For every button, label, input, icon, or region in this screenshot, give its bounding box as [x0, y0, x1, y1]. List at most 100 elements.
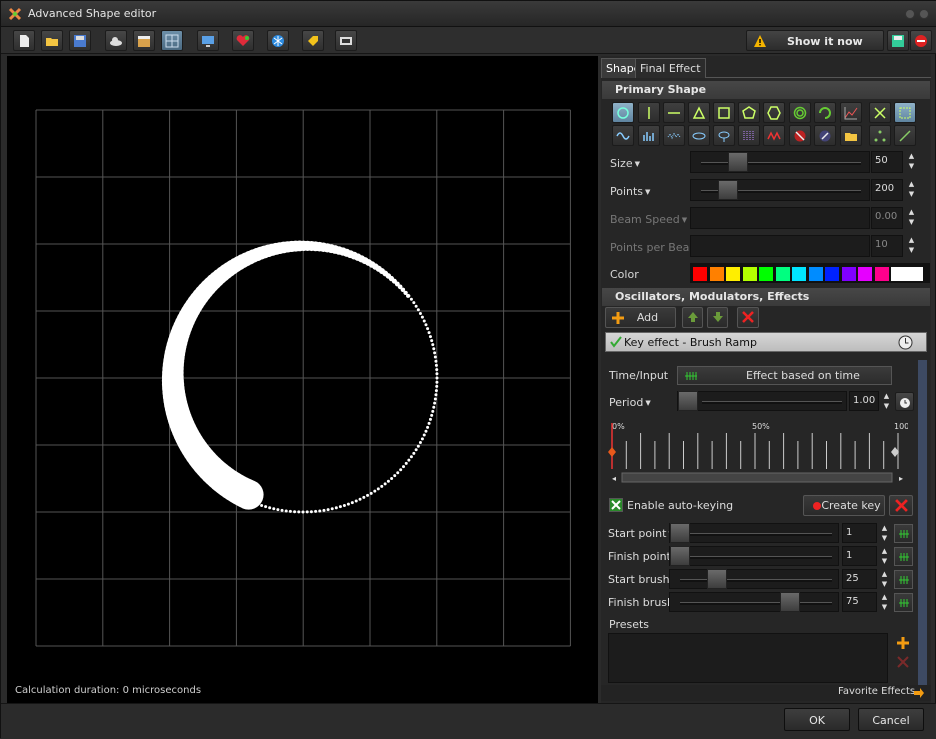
shape-button-spiral[interactable]: [789, 102, 811, 123]
remove-preset-icon[interactable]: [897, 656, 909, 668]
key-param-spinner[interactable]: ▲ ▼: [878, 523, 891, 545]
key-param-spinner[interactable]: ▲ ▼: [878, 569, 891, 591]
param-slider-thumb[interactable]: [727, 152, 748, 172]
key-param-label-start-point[interactable]: Start point▼: [608, 527, 674, 540]
param-label-points[interactable]: Points ▼: [610, 185, 650, 198]
shape-button-triangle[interactable]: [688, 102, 710, 123]
scroll-right-arrow[interactable]: ▸: [899, 474, 903, 483]
shape-preview-canvas[interactable]: [7, 56, 598, 703]
param-label-size[interactable]: Size ▼: [610, 157, 640, 170]
key-param-source-button[interactable]: [894, 593, 913, 612]
shape-button-folder[interactable]: [840, 125, 862, 146]
key-param-value-start-point[interactable]: 1: [842, 523, 877, 543]
period-label[interactable]: Period ▼: [609, 396, 651, 409]
color-swatch[interactable]: [891, 267, 923, 281]
move-down-button[interactable]: [707, 307, 728, 328]
shape-button-balloon[interactable]: [713, 125, 735, 146]
shape-button-graph[interactable]: [840, 102, 862, 123]
effect-list-item[interactable]: Key effect - Brush Ramp: [605, 332, 927, 352]
cancel-button[interactable]: Cancel: [858, 708, 924, 731]
key-param-slider-thumb[interactable]: [670, 523, 690, 543]
period-value[interactable]: 1.00: [849, 391, 879, 411]
color-swatch[interactable]: [775, 267, 790, 281]
param-spinner[interactable]: ▲ ▼: [905, 235, 918, 257]
color-swatch[interactable]: [792, 267, 806, 281]
shape-button-horizontal-line[interactable]: [663, 102, 685, 123]
key-param-slider-finish-point[interactable]: [669, 546, 839, 566]
open-button[interactable]: [41, 30, 63, 51]
key-param-slider-thumb[interactable]: [779, 592, 800, 612]
shape-button-dotted-lines[interactable]: [738, 125, 760, 146]
param-value-size[interactable]: 50: [871, 151, 903, 173]
color-swatch[interactable]: [726, 267, 740, 281]
enable-autokeying-checkbox[interactable]: [609, 498, 623, 512]
key-param-slider-thumb[interactable]: [670, 546, 690, 566]
time-input-selector[interactable]: Effect based on time: [677, 366, 892, 385]
shape-button-ellipse[interactable]: [688, 125, 710, 146]
key-param-spinner[interactable]: ▲ ▼: [878, 592, 891, 614]
key-param-slider-finish-brush[interactable]: [669, 592, 839, 612]
tag-button[interactable]: [302, 30, 324, 51]
key-param-source-button[interactable]: [894, 570, 913, 589]
shape-button-square[interactable]: [713, 102, 735, 123]
shape-button-dots[interactable]: [869, 125, 891, 146]
param-value-points-per-beam[interactable]: 10: [871, 235, 903, 257]
key-param-slider-thumb[interactable]: [706, 569, 727, 589]
shape-button-hexagon[interactable]: [763, 102, 785, 123]
save-button[interactable]: [69, 30, 91, 51]
shape-button-dotted-square[interactable]: [894, 102, 916, 123]
shape-button-diagonal[interactable]: [894, 125, 916, 146]
key-param-spinner[interactable]: ▲ ▼: [878, 546, 891, 568]
save-output-button[interactable]: [887, 30, 909, 51]
snowflake-button[interactable]: [267, 30, 289, 51]
shape-button-circle[interactable]: [612, 102, 634, 123]
shape-button-bars[interactable]: [638, 125, 660, 146]
delete-effect-button[interactable]: [737, 307, 759, 328]
key-param-value-start-brush[interactable]: 25: [842, 569, 877, 589]
effect-settings-scrollbar[interactable]: [918, 360, 927, 686]
color-swatch[interactable]: [759, 267, 773, 281]
param-label-beam-speed[interactable]: Beam Speed ▼: [610, 213, 687, 226]
move-up-button[interactable]: [682, 307, 703, 328]
clapper-button[interactable]: [133, 30, 155, 51]
param-value-points[interactable]: 200: [871, 179, 903, 201]
shape-button-dotted-wave[interactable]: [663, 125, 685, 146]
shape-button-arc[interactable]: [814, 102, 836, 123]
shape-button-pentagon[interactable]: [738, 102, 760, 123]
key-param-slider-start-point[interactable]: [669, 523, 839, 543]
key-param-value-finish-brush[interactable]: 75: [842, 592, 877, 612]
favorite-effects-label[interactable]: Favorite Effects: [838, 686, 915, 697]
stop-button[interactable]: [910, 30, 932, 51]
period-slider[interactable]: [677, 391, 847, 411]
key-param-source-button[interactable]: [894, 547, 913, 566]
period-clock-button[interactable]: [895, 392, 914, 411]
key-param-slider-start-brush[interactable]: [669, 569, 839, 589]
shape-button-cross[interactable]: [869, 102, 891, 123]
param-slider-thumb[interactable]: [718, 180, 739, 200]
new-button[interactable]: [13, 30, 35, 51]
color-swatch[interactable]: [742, 267, 757, 281]
period-spinner[interactable]: ▲ ▼: [880, 391, 893, 413]
param-spinner[interactable]: ▲ ▼: [905, 207, 918, 229]
arrow-right-icon[interactable]: [913, 687, 925, 699]
cloud-button[interactable]: [105, 30, 127, 51]
color-swatch[interactable]: [874, 267, 889, 281]
key-param-source-button[interactable]: [894, 524, 913, 543]
add-effect-button[interactable]: Add: [605, 307, 676, 328]
param-slider-points[interactable]: [690, 179, 870, 201]
param-spinner[interactable]: ▲ ▼: [905, 179, 918, 201]
period-slider-thumb[interactable]: [678, 391, 698, 411]
key-param-label-start-brush[interactable]: Start brush▼: [608, 573, 677, 586]
shape-button-zigzag[interactable]: [763, 125, 785, 146]
add-preset-icon[interactable]: [896, 636, 910, 650]
shape-button-vertical-line[interactable]: [638, 102, 660, 123]
color-swatch[interactable]: [808, 267, 823, 281]
shape-button-sine[interactable]: [612, 125, 634, 146]
keyframe-timeline[interactable]: 0% 50% 100% ◂ ▸: [608, 419, 908, 487]
delete-key-button[interactable]: [889, 495, 913, 516]
show-it-now-button[interactable]: Show it now: [746, 30, 884, 51]
close-window-button[interactable]: [919, 9, 929, 19]
shape-button-red-globe[interactable]: [789, 125, 811, 146]
color-swatch[interactable]: [693, 267, 707, 281]
color-swatch[interactable]: [709, 267, 724, 281]
